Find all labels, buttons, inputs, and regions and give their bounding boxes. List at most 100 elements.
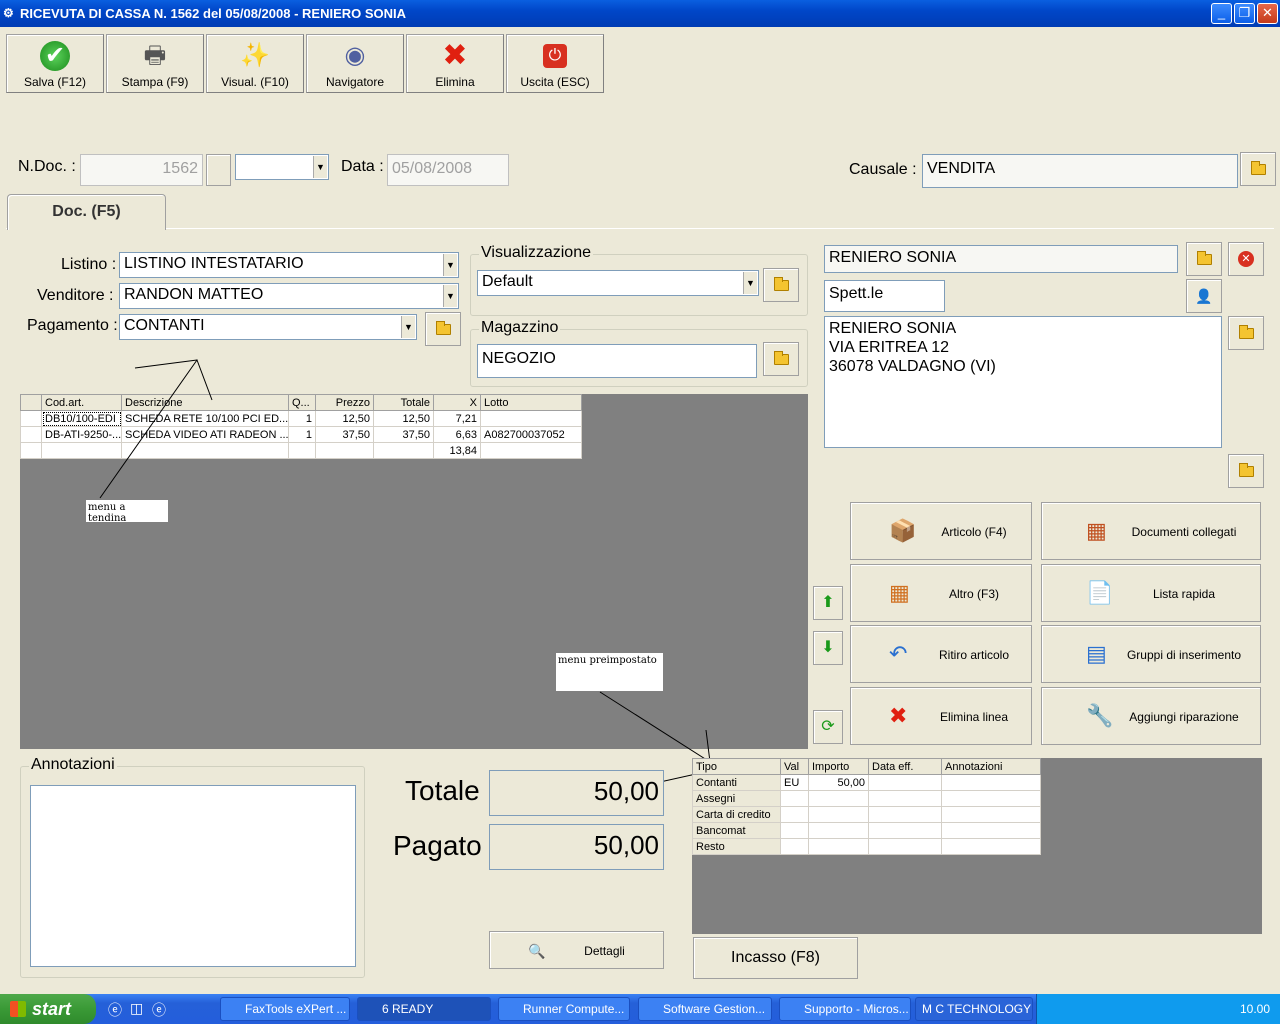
task-button[interactable]: Supporto - Micros... xyxy=(779,997,911,1021)
delete-x-icon: ✖ xyxy=(442,39,468,72)
col-header[interactable]: Prezzo xyxy=(315,394,374,411)
ritiro-articolo-button[interactable]: ↶ Ritiro articolo xyxy=(850,625,1032,683)
taskbar: start ⓔ ◫ ⓔ FaxTools eXPert ... 6 READY … xyxy=(0,994,1280,1024)
payments-table[interactable]: Tipo Val Importo Data eff. Annotazioni C… xyxy=(692,758,1041,855)
col-header[interactable]: Val xyxy=(780,758,809,775)
table-row[interactable]: DB10/100-EDI SCHEDA RETE 10/100 PCI ED..… xyxy=(20,410,582,427)
items-table[interactable]: Cod.art. Descrizione Q... Prezzo Totale … xyxy=(20,394,582,459)
col-header[interactable]: Totale xyxy=(373,394,434,411)
customer-address-field[interactable]: RENIERO SONIA VIA ERITREA 12 36078 VALDA… xyxy=(824,316,1222,448)
aggiungi-riparazione-button[interactable]: 🔧 Aggiungi riparazione xyxy=(1041,687,1261,745)
folder-icon xyxy=(773,351,789,365)
col-header[interactable]: X xyxy=(433,394,481,411)
exit-button[interactable]: ⏻ Uscita (ESC) xyxy=(506,34,604,93)
quick-launch-icon[interactable]: ⓔ xyxy=(152,1000,166,1020)
venditore-select[interactable]: RANDON MATTEO ▼ xyxy=(119,283,459,309)
task-button[interactable]: FaxTools eXPert ... xyxy=(220,997,350,1021)
print-button[interactable]: 🖶 Stampa (F9) xyxy=(106,34,204,93)
customer-name-field[interactable]: RENIERO SONIA xyxy=(824,245,1178,273)
col-header[interactable]: Cod.art. xyxy=(41,394,122,411)
altro-button[interactable]: ▦ Altro (F3) xyxy=(850,564,1032,622)
articolo-button[interactable]: 📦 Articolo (F4) xyxy=(850,502,1032,560)
visualizzazione-select[interactable]: Default ▼ xyxy=(477,270,759,296)
totale-value: 50,00 xyxy=(489,770,664,816)
col-header[interactable]: Importo xyxy=(808,758,869,775)
col-header[interactable]: Annotazioni xyxy=(941,758,1041,775)
ndoc-field[interactable]: 1562 xyxy=(80,154,203,186)
date-field[interactable]: 05/08/2008 xyxy=(387,154,509,186)
task-button[interactable]: Software Gestion... xyxy=(638,997,772,1021)
address-browse-button[interactable] xyxy=(1228,316,1264,350)
annotazioni-textarea[interactable] xyxy=(30,785,356,967)
magazzino-browse-button[interactable] xyxy=(763,342,799,376)
move-down-button[interactable]: ⬇ xyxy=(813,631,843,665)
task-button[interactable]: Runner Compute... xyxy=(498,997,630,1021)
refresh-button[interactable]: ⟳ xyxy=(813,710,843,744)
documenti-collegati-button[interactable]: ▦ Documenti collegati xyxy=(1041,502,1261,560)
visualizzazione-browse-button[interactable] xyxy=(763,268,799,302)
ndoc-spin-button[interactable] xyxy=(206,154,231,186)
col-header[interactable]: Lotto xyxy=(480,394,582,411)
arrow-up-icon: ⬆ xyxy=(821,594,835,611)
chevron-down-icon: ▼ xyxy=(443,254,457,276)
power-icon: ⏻ xyxy=(543,44,567,68)
preview-button[interactable]: ✨ Visual. (F10) xyxy=(206,34,304,93)
undo-arrow-icon: ↶ xyxy=(889,641,908,666)
table-row[interactable]: Carta di credito xyxy=(692,806,1041,823)
close-window-button[interactable]: ✕ xyxy=(1257,3,1278,24)
customer-browse-button[interactable] xyxy=(1186,242,1222,276)
save-button[interactable]: ✔ Salva (F12) xyxy=(6,34,104,93)
task-button[interactable]: 6 READY xyxy=(357,997,491,1021)
causale-field[interactable]: VENDITA xyxy=(922,154,1238,188)
extra-browse-button[interactable] xyxy=(1228,454,1264,488)
listino-label: Listino : xyxy=(61,256,117,273)
elimina-linea-button[interactable]: ✖ Elimina linea xyxy=(850,687,1032,745)
pagamento-browse-button[interactable] xyxy=(425,312,461,346)
listino-select[interactable]: LISTINO INTESTATARIO ▼ xyxy=(119,252,459,278)
dettagli-button[interactable]: 🔍 Dettagli xyxy=(489,931,664,969)
col-header[interactable] xyxy=(20,394,42,411)
clock[interactable]: 10.00 xyxy=(1240,1002,1270,1016)
table-row[interactable]: DB-ATI-9250-... SCHEDA VIDEO ATI RADEON … xyxy=(20,426,582,443)
window-title-bar[interactable]: ⚙ RICEVUTA DI CASSA N. 1562 del 05/08/20… xyxy=(0,0,1280,27)
article-box-icon: 📦 xyxy=(889,518,917,543)
task-button[interactable]: M C TECHNOLOGY xyxy=(915,997,1033,1021)
note-menu-preimpostato: menu preimpostato xyxy=(556,653,663,691)
pagato-value: 50,00 xyxy=(489,824,664,870)
pagamento-select[interactable]: CONTANTI ▼ xyxy=(119,314,417,340)
salutation-field[interactable]: Spett.le xyxy=(824,280,945,312)
series-select[interactable]: ▼ xyxy=(235,154,329,180)
delete-button[interactable]: ✖ Elimina xyxy=(406,34,504,93)
navigator-button[interactable]: ◉ Navigatore xyxy=(306,34,404,93)
customer-remove-button[interactable]: ✕ xyxy=(1228,242,1264,276)
quick-launch-icon[interactable]: ⓔ xyxy=(108,1000,122,1020)
incasso-button[interactable]: Incasso (F8) xyxy=(693,937,858,979)
col-header[interactable]: Data eff. xyxy=(868,758,942,775)
tab-doc[interactable]: Doc. (F5) xyxy=(7,194,166,230)
contact-button[interactable]: 👤 xyxy=(1186,279,1222,313)
maximize-button[interactable]: ❐ xyxy=(1234,3,1255,24)
magazzino-field[interactable]: NEGOZIO xyxy=(477,344,757,378)
table-row[interactable]: 13,84 xyxy=(20,442,582,459)
table-row[interactable]: Contanti EU 50,00 xyxy=(692,774,1041,791)
ndoc-label: N.Doc. : xyxy=(18,158,76,175)
col-header[interactable]: Descrizione xyxy=(121,394,289,411)
table-row[interactable]: Bancomat xyxy=(692,822,1041,839)
col-header[interactable]: Tipo xyxy=(692,758,781,775)
pagamento-label: Pagamento : xyxy=(27,317,118,334)
chevron-down-icon: ▼ xyxy=(313,156,327,178)
move-up-button[interactable]: ⬆ xyxy=(813,586,843,620)
table-row[interactable]: Resto xyxy=(692,838,1041,855)
gruppi-inserimento-button[interactable]: ▤ Gruppi di inserimento xyxy=(1041,625,1261,683)
minimize-button[interactable]: _ xyxy=(1211,3,1232,24)
lista-rapida-button[interactable]: 📄 Lista rapida xyxy=(1041,564,1261,622)
start-button[interactable]: start xyxy=(0,994,96,1024)
col-header[interactable]: Q... xyxy=(288,394,316,411)
save-check-icon: ✔ xyxy=(40,41,70,71)
causale-browse-button[interactable] xyxy=(1240,152,1276,186)
window-title: RICEVUTA DI CASSA N. 1562 del 05/08/2008… xyxy=(20,6,407,21)
folder-icon xyxy=(773,277,789,291)
table-row[interactable]: Assegni xyxy=(692,790,1041,807)
printer-icon: 🖶 xyxy=(143,42,167,69)
quick-launch-icon[interactable]: ◫ xyxy=(130,1000,143,1017)
